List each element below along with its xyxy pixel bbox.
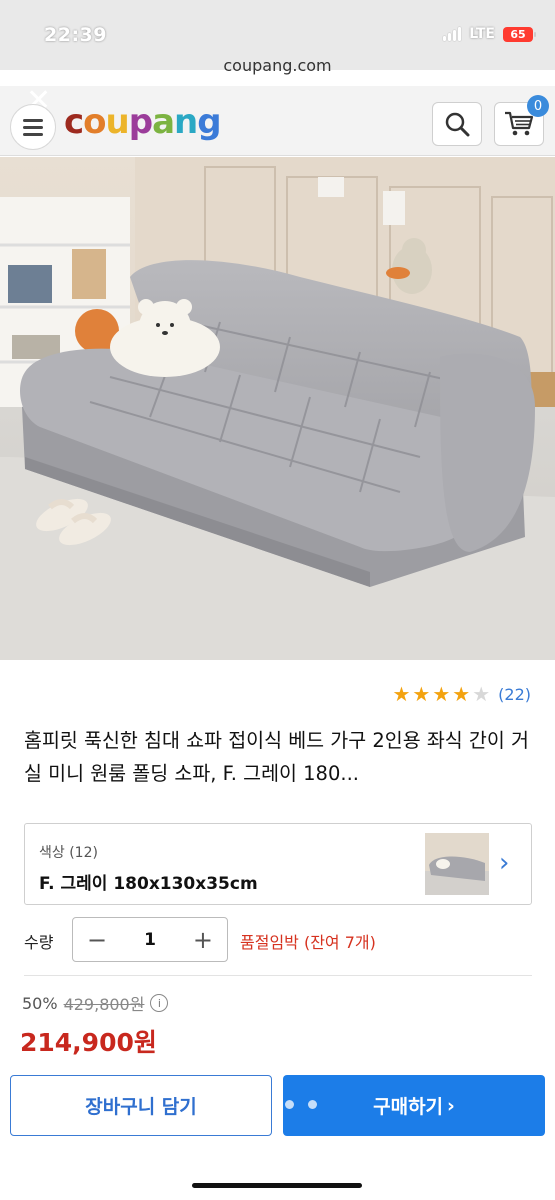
original-price: 429,800원 — [63, 995, 145, 1014]
logo-letter: g — [197, 102, 221, 142]
cart-count-badge: 0 — [527, 95, 549, 117]
search-icon — [445, 112, 470, 137]
star-icon: ★ — [472, 682, 491, 706]
sofa-photo — [0, 157, 555, 660]
coupang-logo[interactable]: coupang — [64, 102, 222, 142]
app-header: ✕ coupang 0 — [0, 86, 555, 156]
chevron-right-icon: › — [499, 848, 510, 878]
rating[interactable]: ★ ★ ★ ★ ★ (22) — [392, 684, 531, 704]
chevron-right-icon: › — [447, 1094, 455, 1117]
review-count[interactable]: (22) — [498, 685, 531, 704]
status-indicators: LTE 65 — [443, 26, 536, 42]
battery-icon: 65 — [503, 26, 536, 42]
option-thumbnail — [425, 833, 489, 895]
quantity-plus-button[interactable]: + — [193, 928, 213, 952]
product-image[interactable] — [0, 157, 555, 660]
product-title: 홈피릿 푹신한 침대 쇼파 접이식 베드 가구 2인용 좌식 간이 거실 미니 … — [24, 729, 529, 785]
status-bar: 22:39 LTE 65 coupang.com — [0, 0, 555, 75]
logo-letter: n — [174, 102, 198, 142]
logo-letter: p — [128, 102, 153, 142]
bottom-action-bar: 장바구니 담기 구매하기 › — [0, 1060, 555, 1200]
option-value: F. 그레이 180x130x35cm — [39, 874, 258, 894]
option-selector[interactable]: 색상 (12) F. 그레이 180x130x35cm › — [24, 823, 532, 905]
stock-warning: 품절임박 (잔여 7개) — [240, 933, 376, 952]
quantity-minus-button[interactable]: − — [87, 928, 107, 952]
url-bar[interactable]: coupang.com — [0, 56, 555, 75]
discount-rate: 50% — [22, 993, 58, 1013]
info-icon[interactable]: i — [150, 994, 169, 1012]
star-icon: ★ — [432, 682, 451, 706]
divider — [24, 975, 532, 976]
quantity-value[interactable]: 1 — [144, 930, 156, 950]
menu-button[interactable] — [10, 104, 56, 150]
search-button[interactable] — [432, 102, 482, 146]
star-rating: ★ ★ ★ ★ ★ — [392, 684, 490, 704]
logo-letter: u — [105, 102, 130, 142]
logo-letter: o — [83, 102, 106, 142]
buy-now-label: 구매하기 — [373, 1096, 444, 1118]
signal-icon — [443, 27, 462, 41]
quantity-label: 수량 — [24, 933, 54, 952]
star-icon: ★ — [392, 682, 411, 706]
home-indicator — [192, 1183, 362, 1188]
battery-level: 65 — [510, 27, 526, 41]
buy-now-button[interactable]: 구매하기 › — [283, 1075, 545, 1136]
logo-letter: a — [152, 102, 175, 142]
network-label: LTE — [469, 26, 495, 42]
quantity-stepper: − 1 + — [72, 917, 228, 962]
cart-button[interactable]: 0 — [494, 95, 549, 146]
status-time: 22:39 — [44, 24, 107, 46]
page-dots — [216, 1100, 317, 1109]
price-info: 50% 429,800원 i — [22, 991, 169, 1015]
star-icon: ★ — [452, 682, 471, 706]
option-label: 색상 (12) — [39, 845, 98, 861]
star-icon: ★ — [412, 682, 431, 706]
logo-letter: c — [64, 102, 84, 142]
sale-price: 214,900원 — [20, 1028, 157, 1057]
